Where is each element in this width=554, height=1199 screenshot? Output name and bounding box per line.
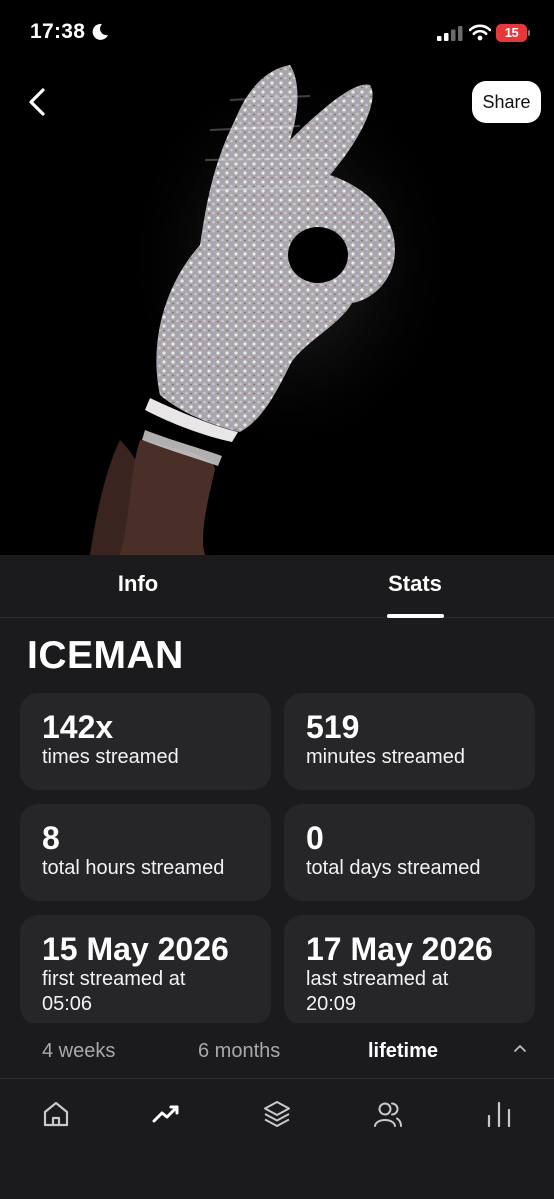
- stat-label: last streamed at: [306, 968, 449, 990]
- bottom-nav: [0, 1078, 554, 1199]
- tab-info[interactable]: Info: [88, 571, 188, 597]
- stat-card-times-streamed: 142x times streamed: [20, 693, 271, 790]
- stat-label: minutes streamed: [306, 746, 465, 768]
- stat-label: times streamed: [42, 746, 179, 768]
- stat-value: 519: [306, 709, 360, 745]
- cover-art-image: [0, 0, 554, 555]
- period-6-months[interactable]: 6 months: [198, 1040, 280, 1063]
- stat-value: 17 May 2026: [306, 931, 493, 967]
- moon-icon: [92, 23, 108, 40]
- cellular-signal-icon: [437, 26, 463, 41]
- back-button[interactable]: [20, 82, 56, 122]
- friends-icon[interactable]: [373, 1099, 403, 1129]
- stat-time: 05:06: [42, 993, 93, 1015]
- stat-card-days-streamed: 0 total days streamed: [284, 804, 535, 901]
- track-title: ICEMAN: [27, 634, 184, 677]
- chevron-left-icon: [29, 88, 45, 116]
- stat-value: 15 May 2026: [42, 931, 229, 967]
- cover-art: [0, 0, 554, 555]
- battery-icon: 15: [496, 24, 530, 42]
- stat-card-minutes-streamed: 519 minutes streamed: [284, 693, 535, 790]
- wifi-icon: [469, 24, 491, 41]
- layers-icon[interactable]: [262, 1099, 292, 1129]
- status-bar: 17:38 15: [0, 0, 554, 66]
- tab-bar: Info Stats: [0, 555, 554, 618]
- stat-card-hours-streamed: 8 total hours streamed: [20, 804, 271, 901]
- stat-value: 142x: [42, 709, 114, 745]
- stat-card-last-streamed: 17 May 2026 last streamed at 20:09: [284, 915, 535, 1025]
- stat-card-first-streamed: 15 May 2026 first streamed at 05:06: [20, 915, 271, 1025]
- status-time: 17:38: [30, 20, 86, 43]
- stat-label: first streamed at: [42, 968, 186, 990]
- chevron-up-icon[interactable]: [511, 1040, 529, 1058]
- stat-label: total days streamed: [306, 857, 481, 879]
- tab-stats[interactable]: Stats: [365, 571, 465, 597]
- share-button[interactable]: Share: [472, 81, 541, 123]
- stat-value: 0: [306, 820, 324, 856]
- period-4-weeks[interactable]: 4 weeks: [42, 1040, 115, 1063]
- battery-level: 15: [504, 25, 519, 40]
- period-selector: 4 weeks 6 months lifetime: [0, 1023, 554, 1078]
- stat-value: 8: [42, 820, 60, 856]
- bar-chart-icon[interactable]: [484, 1099, 514, 1129]
- home-icon[interactable]: [41, 1099, 71, 1129]
- stat-time: 20:09: [306, 993, 357, 1015]
- stat-label: total hours streamed: [42, 857, 225, 879]
- period-lifetime[interactable]: lifetime: [368, 1040, 438, 1063]
- tab-active-indicator: [387, 614, 444, 618]
- trend-icon[interactable]: [151, 1099, 181, 1129]
